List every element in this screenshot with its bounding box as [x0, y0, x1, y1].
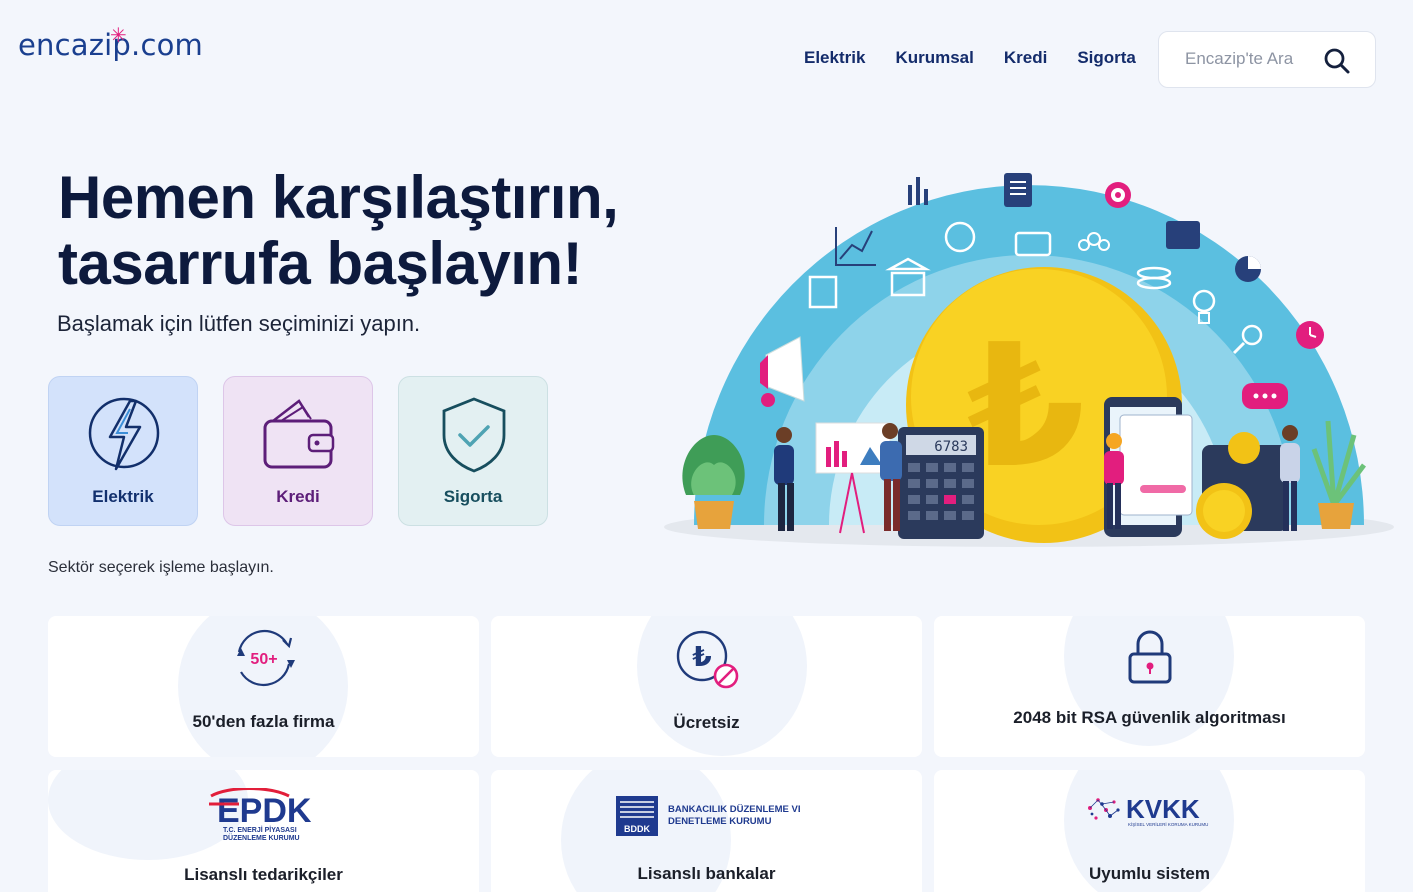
wallet-icon [259, 395, 339, 480]
svg-text:KİŞİSEL VERİLERİ KORUMA KURUMU: KİŞİSEL VERİLERİ KORUMA KURUMU [1128, 821, 1208, 827]
feature-label: 50'den fazla firma [192, 712, 335, 731]
feature-card-security: 2048 bit RSA güvenlik algoritması [934, 616, 1365, 757]
sector-card-kredi[interactable]: Kredi [223, 376, 373, 526]
hero-illustration: ₺ 6783 [664, 165, 1399, 560]
svg-text:₺: ₺ [692, 640, 711, 673]
svg-text:EPDK: EPDK [217, 792, 312, 830]
sector-label: Kredi [276, 487, 320, 506]
svg-text:KVKK: KVKK [1126, 794, 1200, 824]
hero-subtitle: Başlamak için lütfen seçiminizi yapın. [57, 311, 421, 336]
feature-label: Ücretsiz [673, 713, 740, 732]
svg-text:BANKACILIK DÜZENLEME VE: BANKACILIK DÜZENLEME VE [668, 804, 800, 815]
feature-label: Uyumlu sistem [1089, 864, 1210, 883]
lightning-icon [84, 395, 164, 480]
sector-card-elektrik[interactable]: Elektrik [48, 376, 198, 526]
feature-card-epdk: EPDK T.C. ENERJİ PİYASASI DÜZENLEME KURUMU… [48, 770, 479, 892]
feature-card-kvkk: KVKK KİŞİSEL VERİLERİ KORUMA KURUMU Uyuml… [934, 770, 1365, 892]
lira-free-icon: ₺ [672, 626, 742, 695]
svg-text:50+: 50+ [250, 651, 277, 668]
feature-label: Lisanslı tedarikçiler [184, 865, 343, 884]
main-nav: Elektrik Kurumsal Kredi Sigorta [804, 48, 1166, 68]
feature-card-firms: 50+ 50'den fazla firma [48, 616, 479, 757]
feature-card-bddk: BDDK BANKACILIK DÜZENLEME VE DENETLEME KUR… [491, 770, 922, 892]
sector-label: Elektrik [92, 487, 154, 506]
cycle-50-icon: 50+ [229, 626, 299, 695]
svg-text:BDDK: BDDK [624, 824, 650, 834]
search-box [1158, 31, 1376, 88]
shield-check-icon [434, 395, 514, 480]
logo-star-icon: ✳ [110, 25, 127, 47]
svg-text:DÜZENLEME KURUMU: DÜZENLEME KURUMU [223, 833, 300, 842]
kvkk-logo: KVKK KİŞİSEL VERİLERİ KORUMA KURUMU [1082, 790, 1218, 835]
hero-title: Hemen karşılaştırın, tasarrufa başlayın! [58, 164, 619, 297]
feature-label: Lisanslı bankalar [637, 864, 776, 883]
sector-label: Sigorta [443, 487, 503, 506]
bddk-logo: BDDK BANKACILIK DÜZENLEME VE DENETLEME KUR… [614, 794, 804, 845]
nav-kurumsal[interactable]: Kurumsal [895, 48, 973, 68]
feature-label: 2048 bit RSA güvenlik algoritması [1013, 708, 1286, 727]
sector-hint: Sektör seçerek işleme başlayın. [48, 559, 274, 576]
nav-elektrik[interactable]: Elektrik [804, 48, 865, 68]
sector-card-sigorta[interactable]: Sigorta [398, 376, 548, 526]
hero-title-line1: Hemen karşılaştırın, [58, 164, 619, 231]
nav-sigorta[interactable]: Sigorta [1077, 48, 1136, 68]
hero-title-line2: tasarrufa başlayın! [58, 230, 583, 297]
epdk-logo: EPDK T.C. ENERJİ PİYASASI DÜZENLEME KURUMU [208, 787, 319, 849]
search-input[interactable] [1185, 49, 1325, 69]
feature-card-free: ₺ Ücretsiz [491, 616, 922, 757]
svg-text:DENETLEME KURUMU: DENETLEME KURUMU [668, 816, 772, 827]
nav-kredi[interactable]: Kredi [1004, 48, 1047, 68]
svg-text:₺: ₺ [967, 308, 1085, 506]
svg-text:T.C. ENERJİ PİYASASI: T.C. ENERJİ PİYASASI [223, 826, 297, 834]
calculator-display: 6783 [934, 439, 968, 455]
padlock-icon [1125, 628, 1175, 691]
search-icon[interactable] [1323, 47, 1351, 80]
logo[interactable]: ✳ encazip.com [18, 25, 203, 62]
